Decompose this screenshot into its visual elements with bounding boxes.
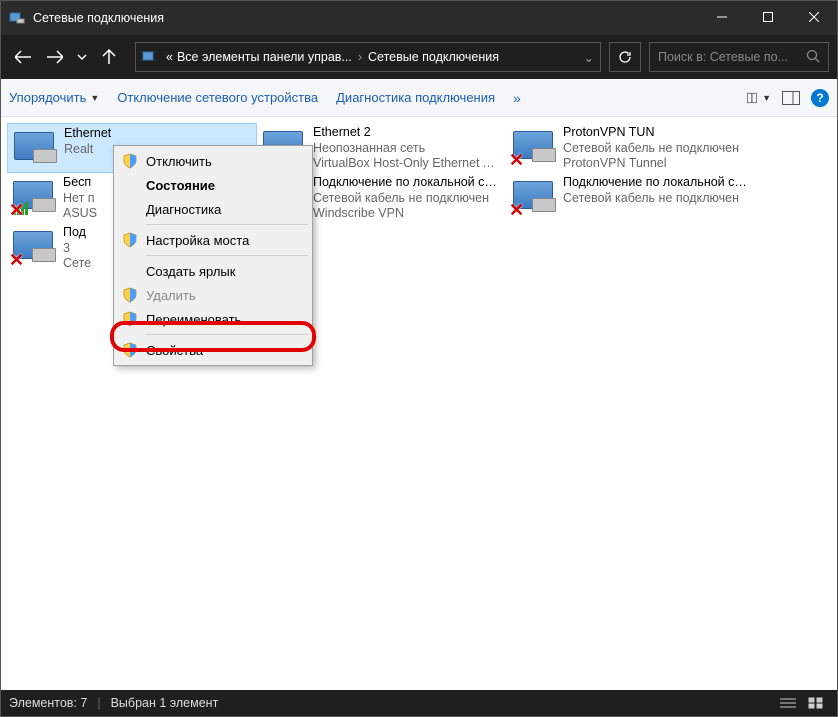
search-icon xyxy=(806,49,820,66)
window-buttons xyxy=(699,1,837,33)
network-adapter-icon: ✕ xyxy=(511,125,557,167)
breadcrumb-2[interactable]: Сетевые подключения xyxy=(368,50,499,64)
address-bar[interactable]: « Все элементы панели управ... › Сетевые… xyxy=(135,42,601,72)
connection-device: Realt xyxy=(64,142,111,158)
view-options-button[interactable]: ▼ xyxy=(747,86,771,110)
diagnose-button[interactable]: Диагностика подключения xyxy=(336,90,495,105)
context-menu-item[interactable]: Состояние xyxy=(116,173,310,197)
connection-item[interactable]: ✕ Подключение по локальной сети 2Сетевой … xyxy=(507,173,757,223)
connection-status: Нет п xyxy=(63,191,97,207)
chevron-right-icon: › xyxy=(358,50,362,64)
context-menu-item[interactable]: Свойства xyxy=(116,338,310,362)
connection-device: ASUS xyxy=(63,206,97,222)
network-adapter-icon xyxy=(12,126,58,168)
breadcrumb-1[interactable]: Все элементы панели управ... xyxy=(177,50,352,64)
recent-dropdown[interactable] xyxy=(73,43,91,71)
status-selection: Выбран 1 элемент xyxy=(111,696,219,710)
context-menu-separator xyxy=(146,334,308,335)
navbar: « Все элементы панели управ... › Сетевые… xyxy=(1,35,837,79)
up-button[interactable] xyxy=(95,43,123,71)
shield-icon xyxy=(122,232,138,248)
back-button[interactable] xyxy=(9,43,37,71)
connection-name: Под xyxy=(63,225,91,241)
context-menu-label: Настройка моста xyxy=(146,233,249,248)
disable-device-button[interactable]: Отключение сетевого устройства xyxy=(117,90,318,105)
search-input[interactable]: Поиск в: Сетевые по... xyxy=(649,42,829,72)
context-menu-item[interactable]: Создать ярлык xyxy=(116,259,310,283)
context-menu-item[interactable]: Настройка моста xyxy=(116,228,310,252)
connection-name: Ethernet xyxy=(64,126,111,142)
context-menu-separator xyxy=(146,255,308,256)
refresh-button[interactable] xyxy=(609,42,641,72)
context-menu-label: Свойства xyxy=(146,343,203,358)
window: Сетевые подключения xyxy=(0,0,838,717)
maximize-button[interactable] xyxy=(745,1,791,33)
context-menu-item: Удалить xyxy=(116,283,310,307)
connection-name: Бесп xyxy=(63,175,97,191)
address-root: « xyxy=(166,50,173,64)
connection-device: VirtualBox Host-Only Ethernet Ad... xyxy=(313,156,503,172)
preview-pane-button[interactable] xyxy=(779,86,803,110)
minimize-button[interactable] xyxy=(699,1,745,33)
view-large-icons-button[interactable] xyxy=(803,693,829,713)
status-separator: | xyxy=(97,696,100,710)
chevron-down-icon: ▼ xyxy=(762,93,771,103)
content-area: EthernetRealt Ethernet 2Неопознанная сеть… xyxy=(1,117,837,692)
toolbar-overflow[interactable]: » xyxy=(513,90,521,106)
connection-device: Сете xyxy=(63,256,91,272)
context-menu-label: Диагностика xyxy=(146,202,221,217)
network-adapter-icon: ✕ xyxy=(511,175,557,217)
connection-name: Подключение по локальной сети xyxy=(313,175,503,191)
context-menu-label: Создать ярлык xyxy=(146,264,235,279)
connection-name: Подключение по локальной сети 2 xyxy=(563,175,753,191)
connection-status: Сетевой кабель не подключен xyxy=(563,141,739,157)
shield-icon xyxy=(122,153,138,169)
connection-status: 3 xyxy=(63,241,91,257)
status-item-count: Элементов: 7 xyxy=(9,696,87,710)
shield-icon xyxy=(122,287,138,303)
address-dropdown-icon[interactable]: ⌄ xyxy=(584,50,594,65)
shield-icon xyxy=(122,311,138,327)
context-menu-item[interactable]: Диагностика xyxy=(116,197,310,221)
app-icon xyxy=(9,10,25,26)
connection-name: ProtonVPN TUN xyxy=(563,125,739,141)
shield-icon xyxy=(122,342,138,358)
context-menu-item[interactable]: Переименовать xyxy=(116,307,310,331)
help-button[interactable]: ? xyxy=(811,89,829,107)
window-title: Сетевые подключения xyxy=(33,11,164,25)
connection-status: Неопознанная сеть xyxy=(313,141,503,157)
command-bar: Упорядочить ▼ Отключение сетевого устрой… xyxy=(1,79,837,117)
connection-status: Сетевой кабель не подключен xyxy=(563,191,753,207)
context-menu-label: Переименовать xyxy=(146,312,241,327)
connection-device: Windscribe VPN xyxy=(313,206,503,222)
organize-menu[interactable]: Упорядочить ▼ xyxy=(9,90,99,105)
view-details-button[interactable] xyxy=(775,693,801,713)
forward-button[interactable] xyxy=(41,43,69,71)
context-menu: Отключить Состояние Диагностика Настройка м… xyxy=(113,145,313,366)
context-menu-separator xyxy=(146,224,308,225)
context-menu-label: Удалить xyxy=(146,288,196,303)
context-menu-label: Отключить xyxy=(146,154,212,169)
network-adapter-icon: ✕ xyxy=(11,175,57,217)
context-menu-label: Состояние xyxy=(146,178,215,193)
context-menu-item[interactable]: Отключить xyxy=(116,149,310,173)
connection-name: Ethernet 2 xyxy=(313,125,503,141)
connection-item[interactable]: ✕ ProtonVPN TUNСетевой кабель не подключе… xyxy=(507,123,757,173)
search-placeholder: Поиск в: Сетевые по... xyxy=(658,50,788,64)
titlebar: Сетевые подключения xyxy=(1,1,837,35)
network-adapter-icon: ✕ xyxy=(11,225,57,267)
address-icon xyxy=(142,49,158,65)
close-button[interactable] xyxy=(791,1,837,33)
connection-device: ProtonVPN Tunnel xyxy=(563,156,739,172)
chevron-down-icon: ▼ xyxy=(90,93,99,103)
connection-status: Сетевой кабель не подключен xyxy=(313,191,503,207)
status-bar: Элементов: 7 | Выбран 1 элемент xyxy=(1,690,837,716)
